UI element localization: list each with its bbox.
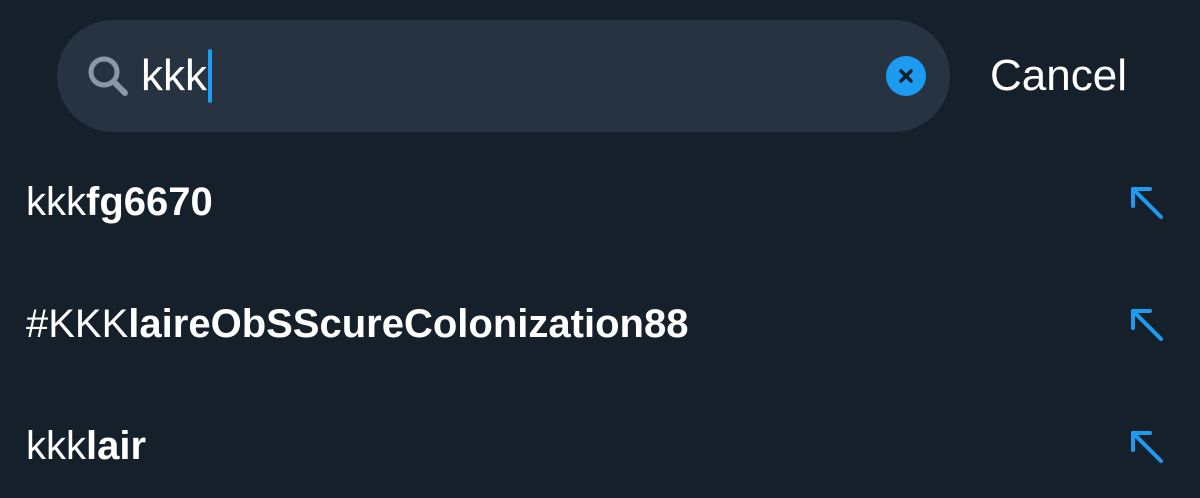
search-screen: kkk Cancel kkkfg6670 #KKKlaireObSScureCo… xyxy=(0,0,1200,498)
suggestion-completion-text: laireObSScureColonization88 xyxy=(128,302,689,346)
cancel-button[interactable]: Cancel xyxy=(990,46,1127,106)
arrow-up-left-icon[interactable] xyxy=(1128,184,1166,222)
suggestion-completion-text: lair xyxy=(86,424,147,468)
suggestion-row[interactable]: kkklair xyxy=(0,386,1200,498)
suggestion-label: kkkfg6670 xyxy=(26,172,213,232)
arrow-up-left-icon[interactable] xyxy=(1128,428,1166,466)
suggestion-label: #KKKlaireObSScureColonization88 xyxy=(26,294,688,354)
clear-search-button[interactable] xyxy=(886,56,926,96)
suggestion-typed-text: kkk xyxy=(26,180,86,224)
search-query-text: kkk xyxy=(141,51,207,100)
text-caret xyxy=(208,49,212,103)
search-icon xyxy=(85,53,131,99)
search-bar[interactable]: kkk xyxy=(57,20,950,132)
suggestion-typed-text: kkk xyxy=(26,424,86,468)
clear-icon xyxy=(899,69,913,83)
suggestion-row[interactable]: kkkfg6670 xyxy=(0,142,1200,262)
suggestion-label: kkklair xyxy=(26,416,146,476)
search-input[interactable]: kkk xyxy=(141,46,212,106)
suggestion-typed-text: #KKK xyxy=(26,302,129,346)
arrow-up-left-icon[interactable] xyxy=(1128,306,1166,344)
suggestion-row[interactable]: #KKKlaireObSScureColonization88 xyxy=(0,264,1200,384)
suggestion-completion-text: fg6670 xyxy=(86,180,213,224)
